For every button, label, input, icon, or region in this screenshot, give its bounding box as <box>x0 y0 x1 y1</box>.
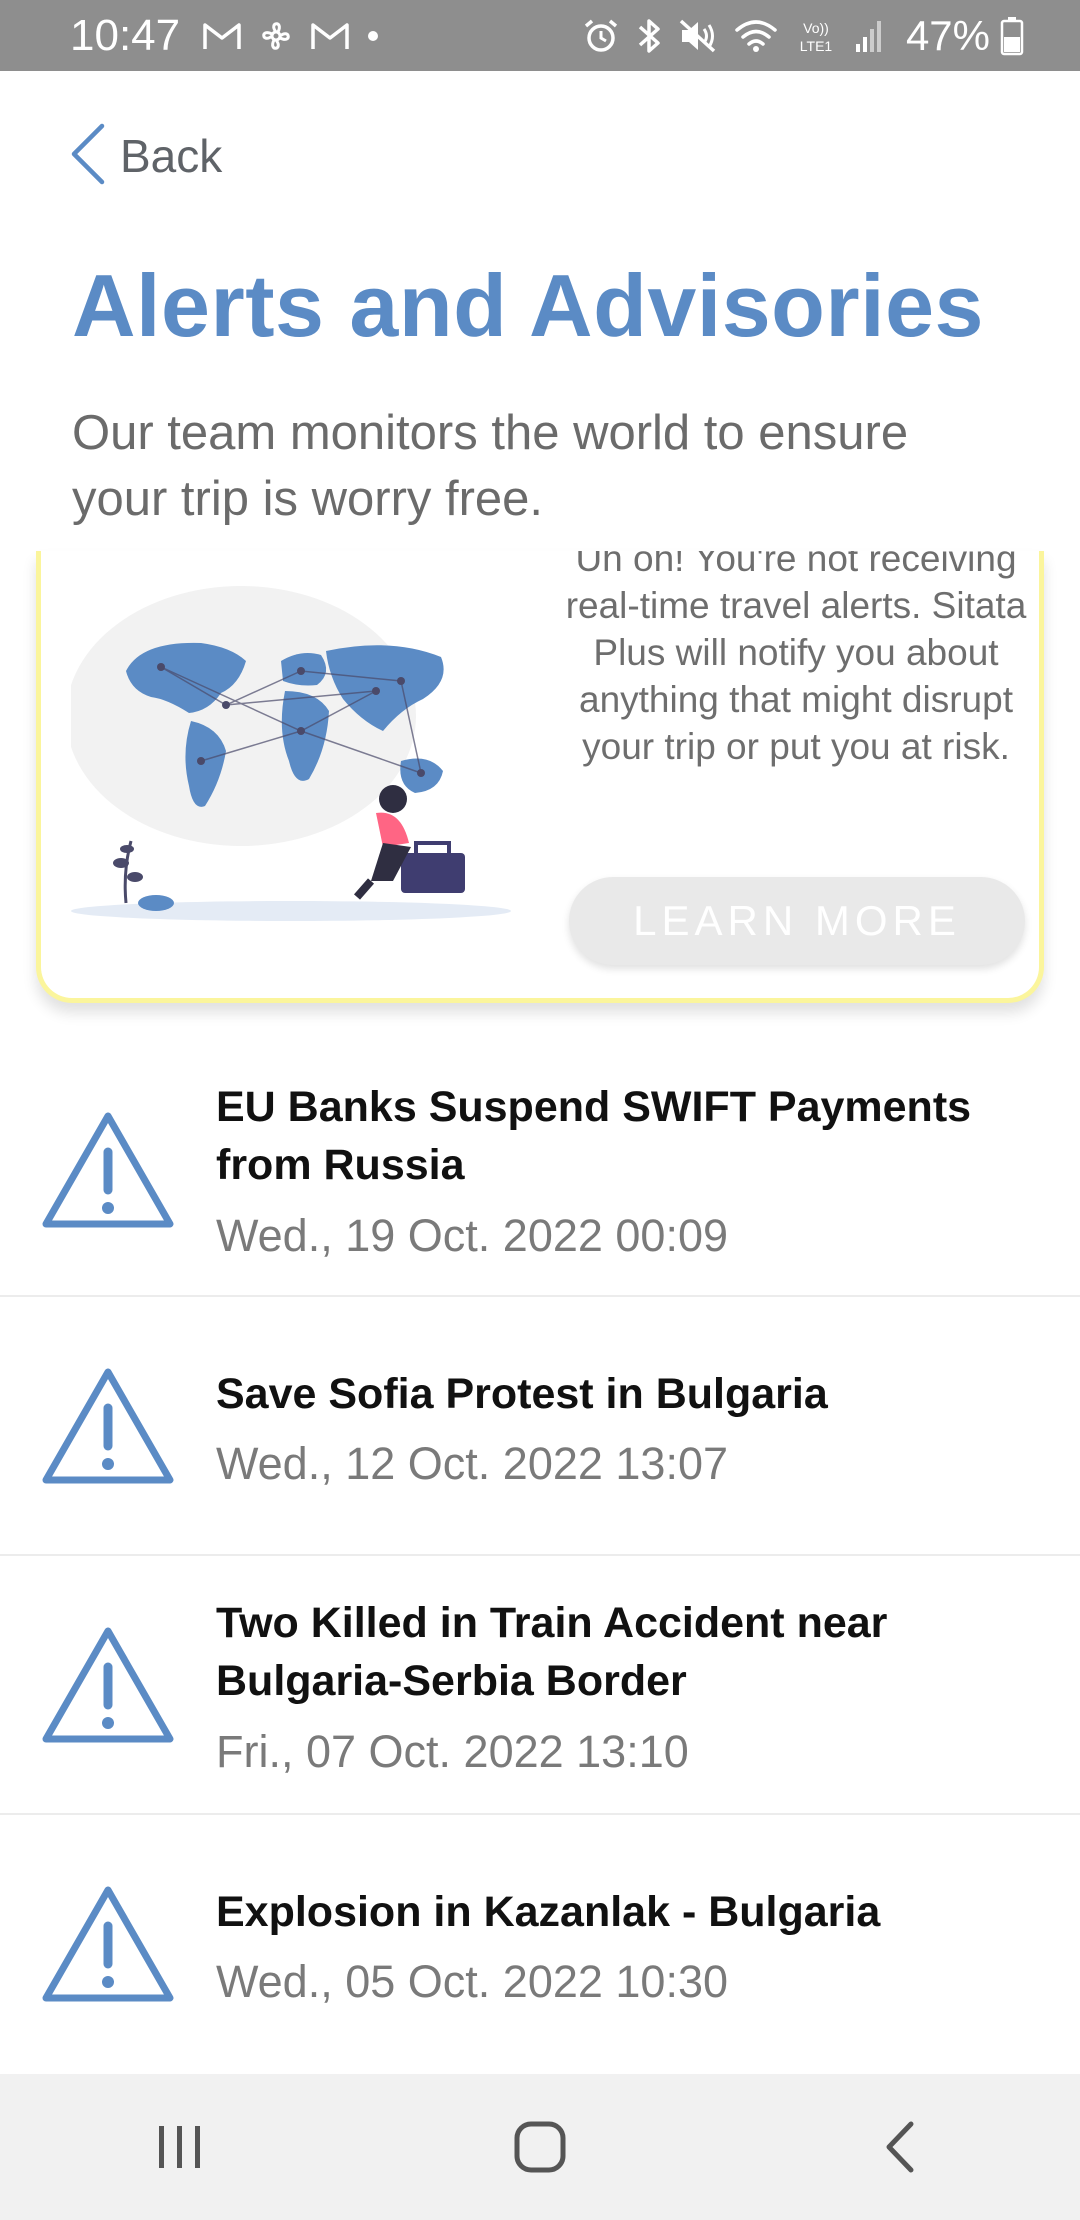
mute-icon <box>678 17 718 55</box>
dot-icon <box>366 29 380 43</box>
svg-text:Vo)): Vo)) <box>803 20 829 36</box>
bluetooth-icon <box>636 17 662 55</box>
page-subtitle: Our team monitors the world to ensure yo… <box>72 406 909 526</box>
back-label: Back <box>120 130 223 182</box>
list-item[interactable]: Save Sofia Protest in Bulgaria Wed., 12 … <box>0 1297 1080 1556</box>
warning-icon <box>40 1884 176 2011</box>
back-button[interactable]: Back <box>68 118 222 194</box>
alert-date: Fri., 07 Oct. 2022 13:10 <box>216 1726 689 1777</box>
volte-icon: Vo)) LTE1 <box>794 17 838 55</box>
gmail-icon <box>202 21 242 51</box>
chevron-left-icon <box>68 122 108 191</box>
home-icon <box>514 2121 566 2173</box>
gmail-icon <box>310 21 350 51</box>
alert-title: Explosion in Kazanlak - Bulgaria <box>216 1888 881 1936</box>
system-nav-bar <box>0 2074 1080 2220</box>
recent-apps-button[interactable] <box>120 2097 240 2197</box>
status-bar: 10:47 Vo)) LTE1 47% <box>0 0 1080 71</box>
alert-date: Wed., 05 Oct. 2022 10:30 <box>216 1956 729 2007</box>
alert-date: Wed., 19 Oct. 2022 00:09 <box>216 1210 729 1261</box>
back-nav-icon <box>886 2121 914 2173</box>
list-item[interactable]: Explosion in Kazanlak - Bulgaria Wed., 0… <box>0 1815 1080 2074</box>
world-map-illustration <box>66 581 551 971</box>
promo-message: Uh oh! You're not receiving real-time tr… <box>565 551 1027 767</box>
alerts-list: EU Banks Suspend SWIFT Payments from Rus… <box>0 1038 1080 2074</box>
sitata-plus-promo-card: Uh oh! You're not receiving real-time tr… <box>36 551 1044 1003</box>
status-time: 10:47 <box>70 10 181 60</box>
wifi-icon <box>734 18 778 54</box>
svg-text:LTE1: LTE1 <box>800 38 833 54</box>
warning-icon <box>40 1366 176 1493</box>
home-button[interactable] <box>480 2097 600 2197</box>
page-title: Alerts and Advisories <box>72 256 984 355</box>
signal-icon <box>854 18 884 54</box>
battery-icon <box>1000 16 1024 56</box>
recent-apps-icon <box>159 2126 200 2168</box>
alarm-icon <box>582 17 620 55</box>
warning-icon <box>40 1110 176 1237</box>
warning-icon <box>40 1625 176 1752</box>
back-nav-button[interactable] <box>840 2097 960 2197</box>
alert-title: Two Killed in Train Accident near Bulgar… <box>216 1599 888 1705</box>
list-item[interactable]: EU Banks Suspend SWIFT Payments from Rus… <box>0 1038 1080 1297</box>
list-item[interactable]: Two Killed in Train Accident near Bulgar… <box>0 1556 1080 1815</box>
alert-title: Save Sofia Protest in Bulgaria <box>216 1370 828 1418</box>
alert-title: EU Banks Suspend SWIFT Payments from Rus… <box>216 1083 972 1189</box>
fan-icon <box>258 18 294 54</box>
learn-more-button[interactable]: LEARN MORE <box>569 877 1025 965</box>
alert-date: Wed., 12 Oct. 2022 13:07 <box>216 1438 729 1489</box>
battery-percent: 47% <box>905 11 990 59</box>
